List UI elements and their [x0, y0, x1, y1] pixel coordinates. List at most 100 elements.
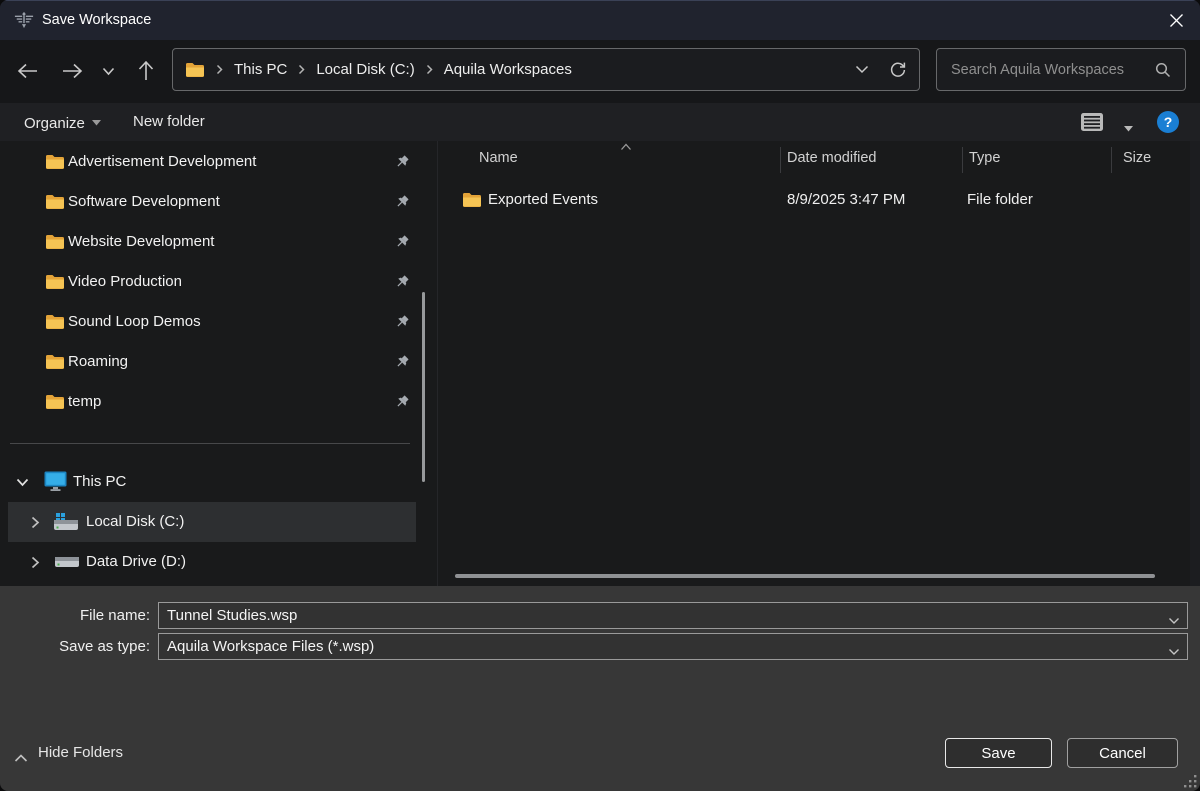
resize-grip[interactable] [1182, 773, 1197, 788]
file-name-dropdown-button[interactable] [1168, 612, 1180, 630]
breadcrumb-aquila-workspaces[interactable]: Aquila Workspaces [444, 61, 572, 78]
chevron-right-icon[interactable] [31, 556, 40, 569]
column-header-name[interactable]: Name [479, 150, 518, 166]
sidebar-scrollbar[interactable] [422, 292, 425, 482]
breadcrumb-separator-icon [298, 64, 305, 75]
breadcrumb-separator-icon [216, 64, 223, 75]
sort-ascending-icon [620, 143, 632, 151]
help-button[interactable]: ? [1157, 111, 1179, 133]
sidebar-item-label: Advertisement Development [68, 142, 256, 182]
tree-item-label: Local Disk (C:) [86, 502, 184, 542]
save-as-type-select[interactable]: Aquila Workspace Files (*.wsp) [158, 633, 1188, 660]
arrow-up-icon [138, 60, 154, 82]
recent-locations-button[interactable] [96, 57, 120, 85]
pin-icon[interactable] [394, 234, 410, 250]
column-resize-handle[interactable] [1111, 147, 1112, 173]
address-dropdown-button[interactable] [849, 65, 875, 74]
sidebar-item-label: Software Development [68, 182, 220, 222]
file-name-value: Tunnel Studies.wsp [167, 603, 297, 628]
column-resize-handle[interactable] [780, 147, 781, 173]
tree-item-label: Data Drive (D:) [86, 542, 186, 582]
forward-button[interactable] [57, 57, 87, 85]
chevron-down-icon[interactable] [16, 478, 29, 487]
column-resize-handle[interactable] [962, 147, 963, 173]
tree-item-local-disk-c[interactable]: Local Disk (C:) [0, 502, 420, 542]
sidebar-item-software-development[interactable]: Software Development [0, 182, 420, 222]
cancel-button[interactable]: Cancel [1067, 738, 1178, 768]
chevron-down-icon [102, 67, 115, 76]
arrow-left-icon [17, 63, 39, 79]
sidebar-item-video-production[interactable]: Video Production [0, 262, 420, 302]
sidebar-item-roaming[interactable]: Roaming [0, 342, 420, 382]
folder-icon [45, 154, 65, 170]
file-list: Name Date modified Type Size Exported Ev… [438, 141, 1200, 586]
organize-label: Organize [24, 115, 85, 132]
column-header-size[interactable]: Size [1123, 150, 1151, 166]
tree-item-this-pc[interactable]: This PC [0, 462, 420, 502]
navigation-bar: This PC Local Disk (C:) Aquila Workspace… [0, 40, 1200, 103]
up-button[interactable] [131, 57, 161, 85]
new-folder-button[interactable]: New folder [133, 103, 205, 141]
pin-icon[interactable] [394, 274, 410, 290]
chevron-down-icon [1168, 648, 1180, 656]
save-as-type-label: Save as type: [0, 633, 150, 660]
search-input[interactable]: Search Aquila Workspaces [936, 48, 1186, 91]
pin-icon[interactable] [394, 394, 410, 410]
sidebar-item-advertisement-development[interactable]: Advertisement Development [0, 142, 420, 182]
back-button[interactable] [13, 57, 43, 85]
save-as-type-dropdown-button[interactable] [1168, 643, 1180, 661]
sidebar-item-label: Roaming [68, 342, 128, 382]
sidebar-item-label: temp [68, 382, 101, 422]
chevron-down-icon [855, 65, 869, 74]
file-list-horizontal-scrollbar[interactable] [455, 574, 1155, 578]
column-header-type[interactable]: Type [969, 150, 1000, 166]
file-name-label: File name: [0, 602, 150, 629]
sidebar-item-sound-loop-demos[interactable]: Sound Loop Demos [0, 302, 420, 342]
sidebar-item-label: Sound Loop Demos [68, 302, 201, 342]
toolbar: Organize New folder ? [0, 103, 1200, 141]
pin-icon[interactable] [394, 194, 410, 210]
folder-icon [45, 314, 65, 330]
aquila-eagle-icon [12, 10, 36, 30]
sidebar-item-website-development[interactable]: Website Development [0, 222, 420, 262]
organize-button[interactable]: Organize [24, 103, 101, 141]
search-icon [1155, 62, 1171, 78]
refresh-icon [889, 61, 907, 79]
address-bar[interactable]: This PC Local Disk (C:) Aquila Workspace… [172, 48, 920, 91]
hide-folders-label: Hide Folders [38, 738, 123, 768]
file-name-input[interactable]: Tunnel Studies.wsp [158, 602, 1188, 629]
pin-icon[interactable] [394, 314, 410, 330]
save-panel: File name: Tunnel Studies.wsp Save as ty… [0, 586, 1200, 791]
breadcrumb-this-pc[interactable]: This PC [234, 61, 287, 78]
column-header-date-modified[interactable]: Date modified [787, 150, 876, 166]
folder-icon [45, 194, 65, 210]
sidebar-item-label: Video Production [68, 262, 182, 302]
sidebar-item-label: Website Development [68, 222, 214, 262]
close-button[interactable] [1152, 0, 1200, 40]
file-list-vertical-scrollbar[interactable] [1190, 141, 1200, 586]
tree-item-data-drive-d[interactable]: Data Drive (D:) [0, 542, 420, 582]
chevron-up-icon [14, 750, 28, 768]
view-options-dropdown[interactable] [1124, 119, 1133, 137]
chevron-down-icon [1168, 617, 1180, 625]
cancel-button-label: Cancel [1099, 745, 1146, 762]
disk-drive-icon [54, 555, 80, 569]
breadcrumb-local-disk-c[interactable]: Local Disk (C:) [316, 61, 414, 78]
local-disk-icon [52, 513, 80, 532]
pin-icon[interactable] [394, 354, 410, 370]
save-button-label: Save [981, 745, 1015, 762]
save-button[interactable]: Save [945, 738, 1052, 768]
chevron-right-icon[interactable] [31, 516, 40, 529]
monitor-icon [44, 471, 67, 492]
pin-icon[interactable] [394, 154, 410, 170]
sidebar-divider [10, 443, 410, 444]
caret-down-icon [1124, 126, 1133, 132]
file-row-exported-events[interactable]: Exported Events 8/9/2025 3:47 PM File fo… [438, 181, 1178, 219]
main-area: Advertisement Development Software Devel… [0, 141, 1200, 586]
details-view-button[interactable] [1080, 112, 1104, 132]
new-folder-label: New folder [133, 113, 205, 130]
help-icon: ? [1164, 114, 1173, 130]
refresh-button[interactable] [875, 61, 907, 79]
sidebar-item-temp[interactable]: temp [0, 382, 420, 422]
titlebar: Save Workspace [0, 0, 1200, 40]
